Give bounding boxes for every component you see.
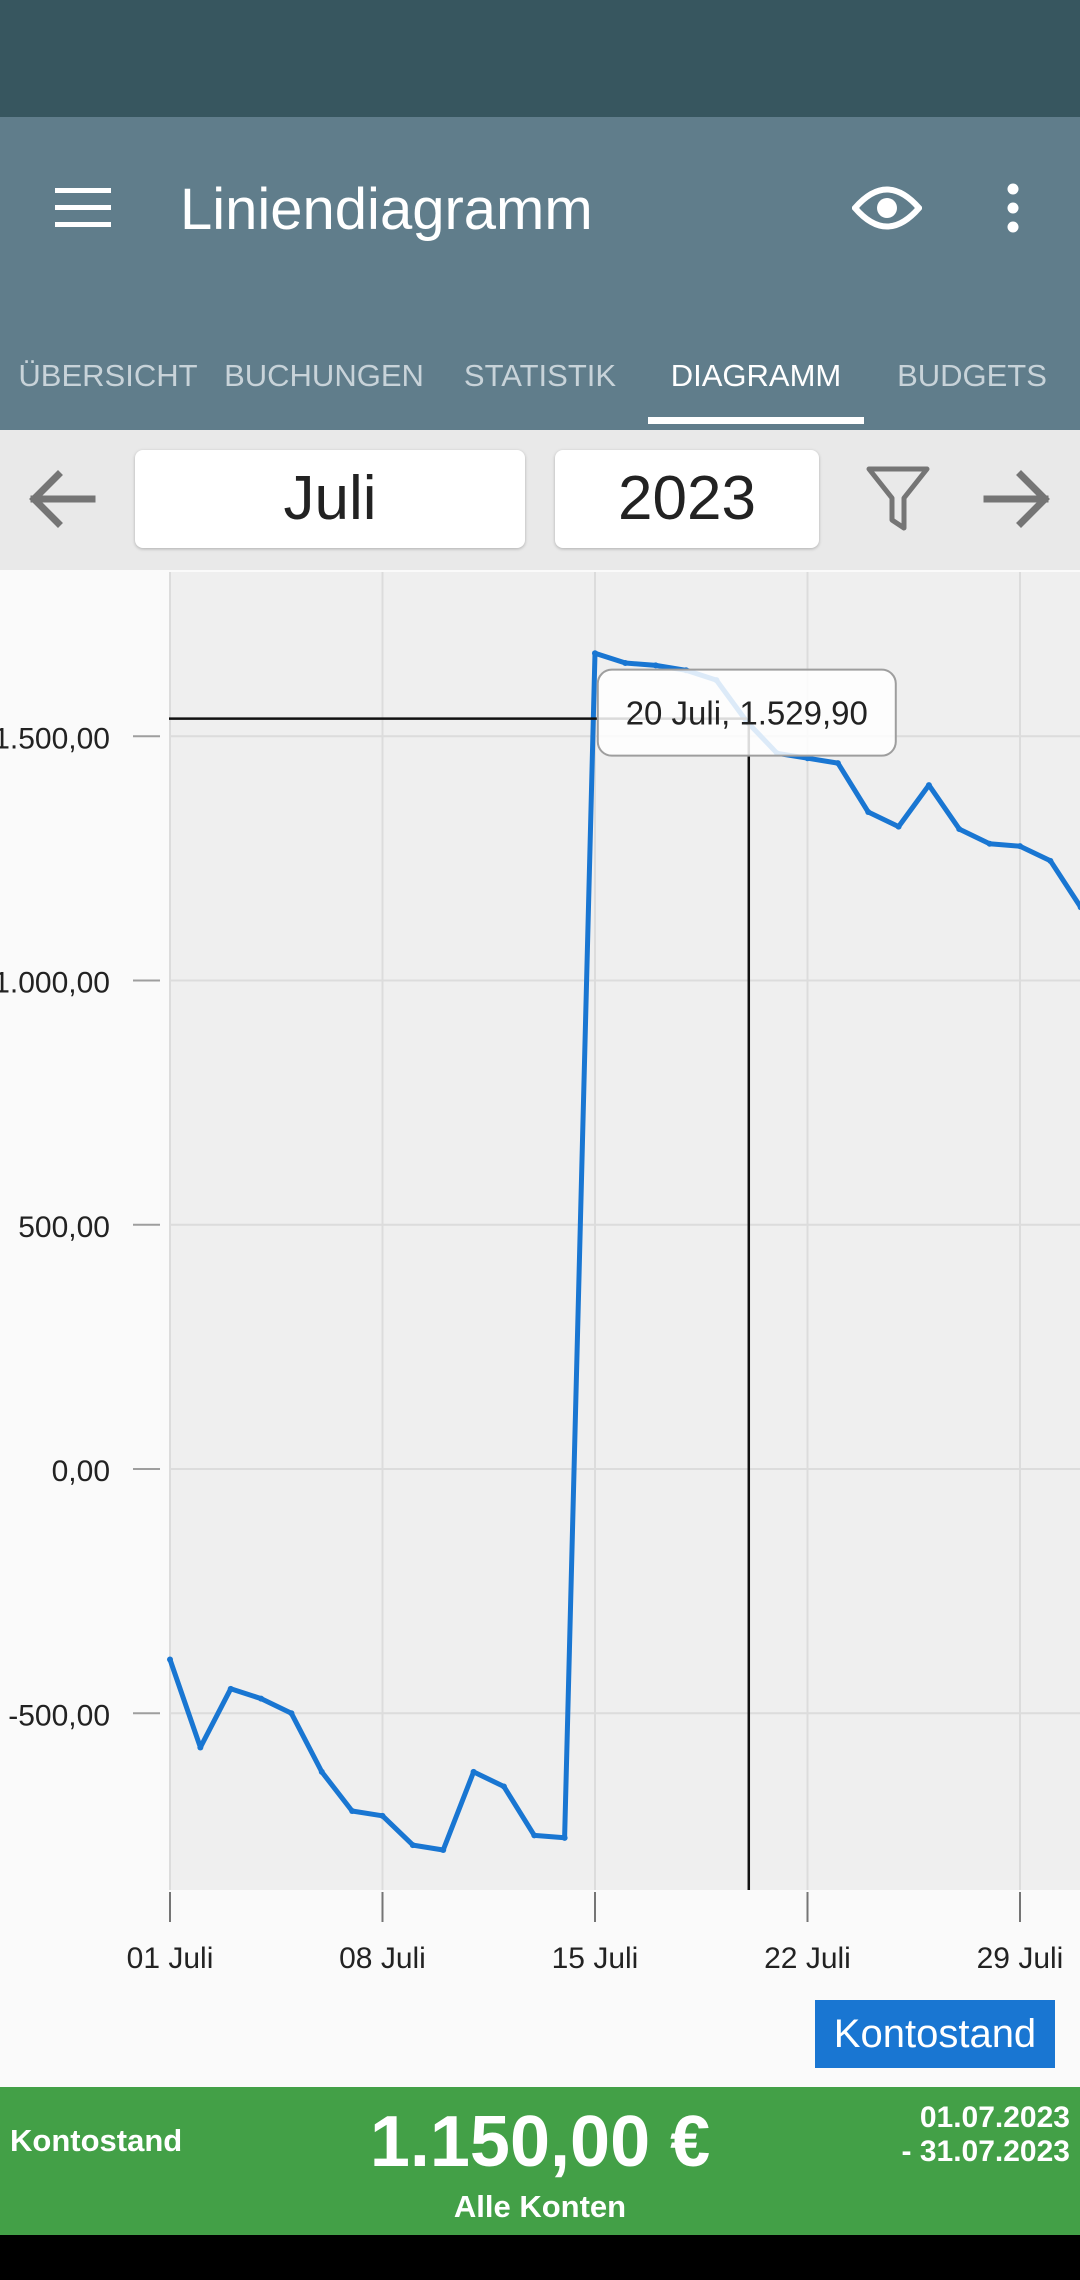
data-point xyxy=(470,1768,477,1775)
page-title: Liniendiagramm xyxy=(180,177,593,242)
data-point xyxy=(956,826,963,833)
more-options-button[interactable] xyxy=(970,167,1056,253)
month-selector[interactable]: Juli xyxy=(135,450,525,548)
next-period-button[interactable] xyxy=(975,458,1061,544)
accounts-label: Alle Konten xyxy=(453,2189,627,2224)
data-point xyxy=(500,1783,507,1790)
filter-button[interactable] xyxy=(855,458,941,544)
data-point xyxy=(591,650,598,657)
y-tick-label: -500,00 xyxy=(8,1699,110,1732)
tab-budgets[interactable]: BUDGETS xyxy=(864,322,1080,430)
tooltip: 20 Juli, 1.529,90 xyxy=(596,668,897,757)
more-vert-icon xyxy=(1006,183,1020,238)
data-point xyxy=(227,1685,234,1692)
filter-icon xyxy=(866,466,930,537)
data-point xyxy=(379,1812,386,1819)
y-tick-label: 0,00 xyxy=(52,1455,110,1488)
data-point xyxy=(1016,843,1023,850)
data-point xyxy=(409,1842,416,1849)
x-tick-label: 29 Juli xyxy=(977,1942,1064,1975)
tab-bar: ÜBERSICHT BUCHUNGEN STATISTIK DIAGRAMM B… xyxy=(0,322,1080,430)
x-tick-label: 15 Juli xyxy=(552,1942,639,1975)
line-chart[interactable]: 1.500,00 1.000,00 500,00 0,00 -500,00 01 Jul… xyxy=(0,572,1080,2072)
y-tick-label: 500,00 xyxy=(18,1211,110,1244)
data-point xyxy=(288,1710,295,1717)
previous-period-button[interactable] xyxy=(18,458,104,544)
plot-area xyxy=(169,572,1080,1890)
x-axis: 01 Juli 08 Juli 15 Juli 22 Juli 29 Juli xyxy=(127,1892,1064,1975)
x-tick-label: 08 Juli xyxy=(339,1942,426,1975)
x-tick-label: 22 Juli xyxy=(764,1942,851,1975)
data-point xyxy=(834,760,841,767)
year-selector[interactable]: 2023 xyxy=(555,450,819,548)
tab-diagramm[interactable]: DIAGRAMM xyxy=(648,322,864,430)
data-point xyxy=(561,1834,568,1841)
arrow-left-icon xyxy=(26,469,96,534)
system-navigation-bar xyxy=(0,2235,1080,2280)
active-tab-indicator xyxy=(648,417,864,424)
tab-buchungen[interactable]: BUCHUNGEN xyxy=(216,322,432,430)
menu-button[interactable] xyxy=(40,167,126,253)
data-point xyxy=(318,1768,325,1775)
menu-icon xyxy=(55,187,111,233)
data-point xyxy=(652,662,659,669)
data-point xyxy=(197,1744,204,1751)
date-range-start: 01.07.2023 xyxy=(919,2101,1070,2134)
data-point xyxy=(895,823,902,830)
eye-icon xyxy=(851,183,923,238)
status-bar xyxy=(0,0,1080,117)
legend-kontostand[interactable]: Kontostand xyxy=(815,2000,1055,2068)
tab-uebersicht[interactable]: ÜBERSICHT xyxy=(0,322,216,430)
arrow-right-icon xyxy=(983,469,1053,534)
data-point xyxy=(349,1807,356,1814)
app-bar: Liniendiagramm ÜBERSICHT BUCHUNGEN STATI… xyxy=(0,117,1080,430)
data-point xyxy=(986,840,993,847)
balance-footer: Kontostand 1.150,00 € Alle Konten 01.07.… xyxy=(0,2087,1080,2235)
tooltip-label: 20 Juli, 1.529,90 xyxy=(626,695,868,732)
y-axis: 1.500,00 1.000,00 500,00 0,00 -500,00 xyxy=(0,722,160,1732)
x-tick-label: 01 Juli xyxy=(127,1942,214,1975)
data-point xyxy=(622,659,629,666)
y-tick-label: 1.500,00 xyxy=(0,722,110,755)
data-point xyxy=(1047,857,1054,864)
data-point xyxy=(531,1832,538,1839)
visibility-button[interactable] xyxy=(844,167,930,253)
date-range-end: - 31.07.2023 xyxy=(901,2135,1070,2168)
data-point xyxy=(865,808,872,815)
data-point xyxy=(258,1695,265,1702)
data-point xyxy=(925,782,932,789)
data-point xyxy=(167,1656,173,1663)
period-selector: Juli 2023 xyxy=(0,430,1080,570)
y-tick-label: 1.000,00 xyxy=(0,967,110,1000)
tab-statistik[interactable]: STATISTIK xyxy=(432,322,648,430)
data-point xyxy=(440,1847,447,1854)
